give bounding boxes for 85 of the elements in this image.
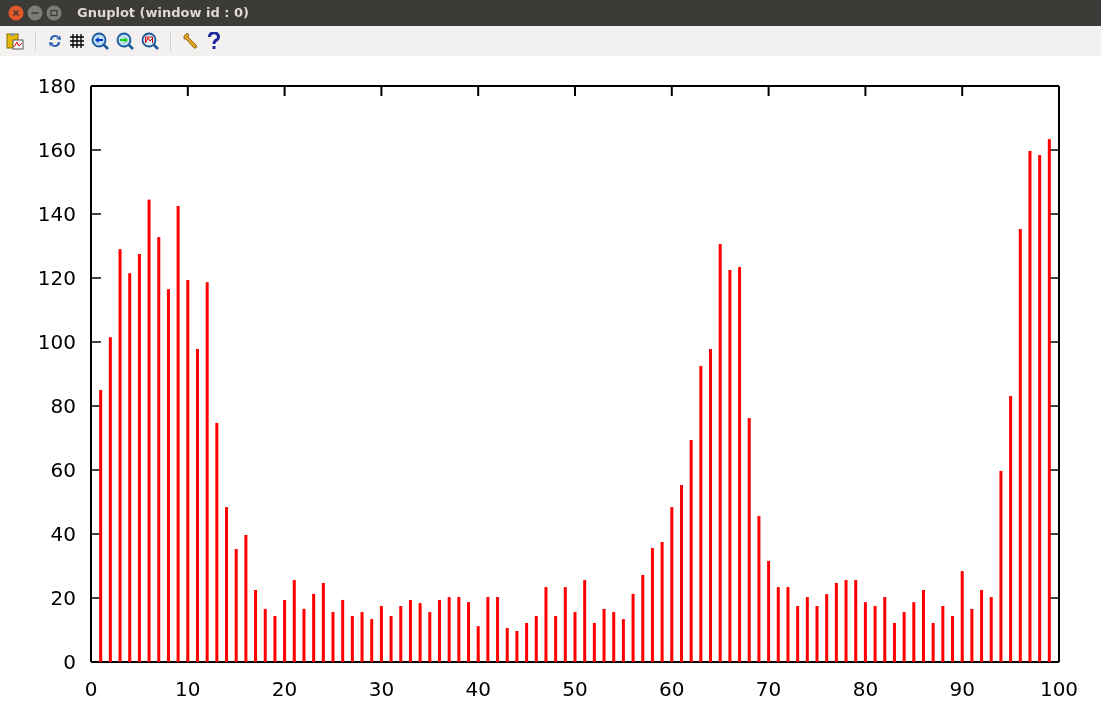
bar xyxy=(428,612,432,662)
x-tick-label: 0 xyxy=(84,677,98,701)
bar xyxy=(602,608,606,662)
x-tick-label: 70 xyxy=(755,677,782,701)
bar xyxy=(951,615,954,662)
bar xyxy=(389,615,393,662)
maximize-icon[interactable] xyxy=(46,5,62,21)
bar xyxy=(554,615,558,662)
bar xyxy=(989,597,993,662)
zoom-back-icon[interactable] xyxy=(91,32,109,50)
bar xyxy=(467,602,470,662)
clipboard-icon[interactable] xyxy=(6,32,24,50)
bar xyxy=(505,628,509,662)
bar xyxy=(612,612,616,662)
bar xyxy=(621,619,625,662)
y-tick-label: 180 xyxy=(37,74,76,98)
bar xyxy=(863,602,867,662)
bar xyxy=(476,626,480,662)
bar xyxy=(941,606,945,662)
bar xyxy=(457,597,461,662)
bar xyxy=(902,612,906,662)
bar xyxy=(873,606,877,662)
x-tick-label: 10 xyxy=(175,677,201,701)
bar xyxy=(883,597,887,662)
bar xyxy=(399,606,403,662)
bar xyxy=(573,612,577,662)
bar xyxy=(815,606,819,662)
y-tick-label: 140 xyxy=(37,202,76,226)
bar xyxy=(931,622,935,662)
x-tick-label: 90 xyxy=(949,677,975,701)
refresh-icon[interactable] xyxy=(47,33,63,49)
wrench-icon[interactable] xyxy=(182,32,200,50)
y-tick-label: 80 xyxy=(50,394,76,418)
bar xyxy=(331,612,335,662)
bar xyxy=(534,615,538,662)
zoom-fit-icon[interactable] xyxy=(141,32,159,50)
x-tick-label: 80 xyxy=(852,677,879,701)
close-icon[interactable] xyxy=(8,5,24,21)
bar xyxy=(263,608,267,662)
bar xyxy=(922,590,925,662)
bar xyxy=(283,599,287,662)
bar xyxy=(350,615,354,662)
y-tick-label: 100 xyxy=(37,330,76,354)
bar xyxy=(912,602,916,662)
bar xyxy=(805,597,809,662)
y-tick-label: 20 xyxy=(50,586,76,610)
minimize-icon[interactable] xyxy=(27,5,43,21)
bar xyxy=(515,630,519,662)
bar xyxy=(892,622,896,662)
bar xyxy=(370,619,374,662)
bar xyxy=(970,608,974,662)
bar xyxy=(486,597,490,662)
bar xyxy=(302,608,306,662)
x-tick-label: 40 xyxy=(465,677,491,701)
grid-icon[interactable] xyxy=(70,34,84,48)
y-tick-label: 60 xyxy=(50,458,76,482)
bar xyxy=(312,593,316,662)
y-tick-label: 120 xyxy=(37,266,76,290)
x-tick-label: 20 xyxy=(271,677,298,701)
bar xyxy=(408,599,412,662)
bar xyxy=(796,606,800,662)
x-tick-label: 30 xyxy=(368,677,395,701)
bar xyxy=(341,599,345,662)
y-tick-label: 160 xyxy=(37,138,76,162)
x-tick-label: 60 xyxy=(659,677,685,701)
bar xyxy=(360,612,364,662)
x-tick-label: 100 xyxy=(1039,677,1079,701)
window-title: Gnuplot (window id : 0) xyxy=(77,4,250,23)
bar xyxy=(418,603,422,662)
bar xyxy=(447,597,451,662)
zoom-forward-icon[interactable] xyxy=(116,32,134,50)
bar xyxy=(525,622,529,662)
bar xyxy=(825,594,829,662)
bar xyxy=(592,622,596,662)
bar xyxy=(379,606,383,662)
bar xyxy=(496,597,500,662)
bar xyxy=(273,615,277,662)
help-icon[interactable] xyxy=(207,32,221,50)
bar xyxy=(254,590,258,662)
y-tick-label: 40 xyxy=(50,522,76,546)
bar xyxy=(631,593,635,662)
y-tick-label: 0 xyxy=(63,650,76,674)
bar xyxy=(438,599,441,662)
bar xyxy=(980,590,984,662)
x-tick-label: 50 xyxy=(562,677,588,701)
